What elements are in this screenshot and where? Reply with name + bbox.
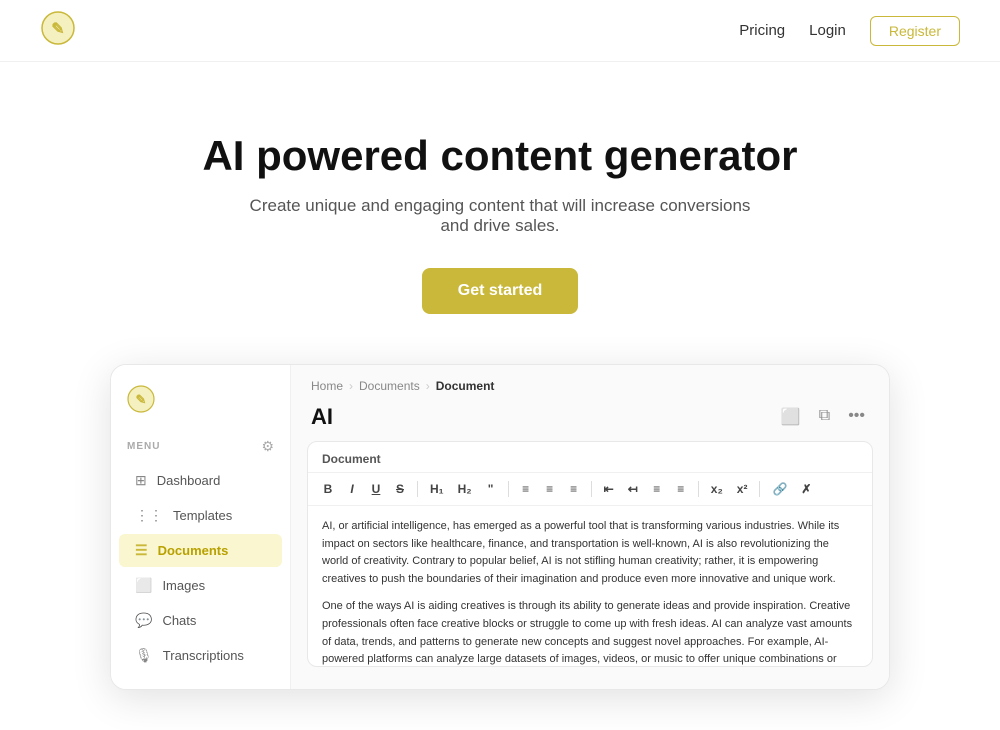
- hero-subtitle: Create unique and engaging content that …: [240, 196, 760, 236]
- sidebar-item-documents[interactable]: ☰ Documents: [119, 534, 282, 567]
- align-left-button[interactable]: ≡: [516, 479, 536, 499]
- navbar: ✎ Pricing Login Register: [0, 0, 1000, 62]
- app-preview: ✎ MENU ⚙ ⊞ Dashboard ⋮⋮ Templates ☰ Docu…: [110, 364, 890, 690]
- editor-label: Document: [308, 442, 872, 473]
- sidebar-item-templates[interactable]: ⋮⋮ Templates: [119, 499, 282, 532]
- login-link[interactable]: Login: [809, 22, 846, 39]
- transcriptions-icon: 🎙: [135, 647, 153, 664]
- clear-format-button[interactable]: ✗: [796, 479, 816, 499]
- images-icon: ⬜: [135, 577, 152, 594]
- save-icon[interactable]: ⬜: [777, 403, 805, 431]
- list-button[interactable]: ≡: [647, 479, 667, 499]
- h2-button[interactable]: H₂: [453, 479, 477, 499]
- doc-title: AI: [311, 404, 333, 430]
- sidebar-logo: ✎: [111, 381, 290, 434]
- subscript-button[interactable]: x₂: [706, 479, 728, 499]
- sidebar-item-transcriptions[interactable]: 🎙 Transcriptions: [119, 639, 282, 672]
- more-options-icon[interactable]: •••: [844, 403, 869, 431]
- sidebar-item-dashboard[interactable]: ⊞ Dashboard: [119, 464, 282, 497]
- editor-box: Document B I U S H₁ H₂ " ≡ ≡ ≡ ⇤ ↤: [307, 441, 873, 667]
- sidebar-item-label: Images: [162, 578, 205, 593]
- toolbar-separator-3: [591, 481, 592, 497]
- documents-icon: ☰: [135, 542, 148, 559]
- indent-button[interactable]: ⇤: [599, 479, 619, 499]
- settings-icon[interactable]: ⚙: [261, 438, 274, 455]
- editor-para-2: One of the ways AI is aiding creatives i…: [322, 598, 858, 666]
- quote-button[interactable]: ": [481, 479, 501, 499]
- svg-text:✎: ✎: [51, 21, 64, 38]
- doc-actions: ⬜ ⧉ •••: [777, 403, 869, 431]
- ordered-list-button[interactable]: ≡: [671, 479, 691, 499]
- sidebar: ✎ MENU ⚙ ⊞ Dashboard ⋮⋮ Templates ☰ Docu…: [111, 365, 291, 689]
- align-right-button[interactable]: ≡: [564, 479, 584, 499]
- sidebar-item-label: Documents: [158, 543, 229, 558]
- sidebar-item-chats[interactable]: 💬 Chats: [119, 604, 282, 637]
- strikethrough-button[interactable]: S: [390, 479, 410, 499]
- hero-section: AI powered content generator Create uniq…: [0, 62, 1000, 364]
- sidebar-item-label: Chats: [162, 613, 196, 628]
- toolbar-separator-2: [508, 481, 509, 497]
- breadcrumb-sep1: ›: [349, 379, 353, 393]
- sidebar-menu-header: MENU ⚙: [111, 434, 290, 463]
- breadcrumb: Home › Documents › Document: [291, 365, 889, 397]
- toolbar-separator-5: [759, 481, 760, 497]
- editor-body[interactable]: AI, or artificial intelligence, has emer…: [308, 506, 872, 666]
- app-preview-wrapper: ✎ MENU ⚙ ⊞ Dashboard ⋮⋮ Templates ☰ Docu…: [0, 364, 1000, 730]
- link-button[interactable]: 🔗: [767, 479, 792, 499]
- sidebar-item-images[interactable]: ⬜ Images: [119, 569, 282, 602]
- breadcrumb-sep2: ›: [426, 379, 430, 393]
- templates-icon: ⋮⋮: [135, 507, 163, 524]
- pricing-link[interactable]: Pricing: [739, 22, 785, 39]
- hero-title: AI powered content generator: [20, 132, 980, 180]
- toolbar-separator-4: [698, 481, 699, 497]
- h1-button[interactable]: H₁: [425, 479, 449, 499]
- get-started-button[interactable]: Get started: [422, 268, 578, 314]
- sidebar-item-label: Transcriptions: [163, 648, 244, 663]
- underline-button[interactable]: U: [366, 479, 386, 499]
- italic-button[interactable]: I: [342, 479, 362, 499]
- align-center-button[interactable]: ≡: [540, 479, 560, 499]
- svg-text:✎: ✎: [136, 392, 147, 407]
- outdent-button[interactable]: ↤: [623, 479, 643, 499]
- chats-icon: 💬: [135, 612, 152, 629]
- sidebar-item-label: Dashboard: [157, 473, 221, 488]
- copy-icon[interactable]: ⧉: [815, 403, 834, 431]
- nav-logo: ✎: [40, 10, 76, 51]
- menu-label: MENU: [127, 441, 160, 452]
- dashboard-icon: ⊞: [135, 472, 147, 489]
- breadcrumb-documents[interactable]: Documents: [359, 379, 420, 393]
- breadcrumb-home[interactable]: Home: [311, 379, 343, 393]
- toolbar-separator-1: [417, 481, 418, 497]
- breadcrumb-current: Document: [436, 379, 495, 393]
- sidebar-item-label: Templates: [173, 508, 232, 523]
- doc-header: AI ⬜ ⧉ •••: [291, 397, 889, 441]
- bold-button[interactable]: B: [318, 479, 338, 499]
- main-content: Home › Documents › Document AI ⬜ ⧉ ••• D…: [291, 365, 889, 689]
- editor-para-1: AI, or artificial intelligence, has emer…: [322, 518, 858, 588]
- register-button[interactable]: Register: [870, 16, 960, 46]
- superscript-button[interactable]: x²: [732, 479, 753, 499]
- nav-links: Pricing Login Register: [739, 16, 960, 46]
- toolbar: B I U S H₁ H₂ " ≡ ≡ ≡ ⇤ ↤ ≡ ≡: [308, 473, 872, 506]
